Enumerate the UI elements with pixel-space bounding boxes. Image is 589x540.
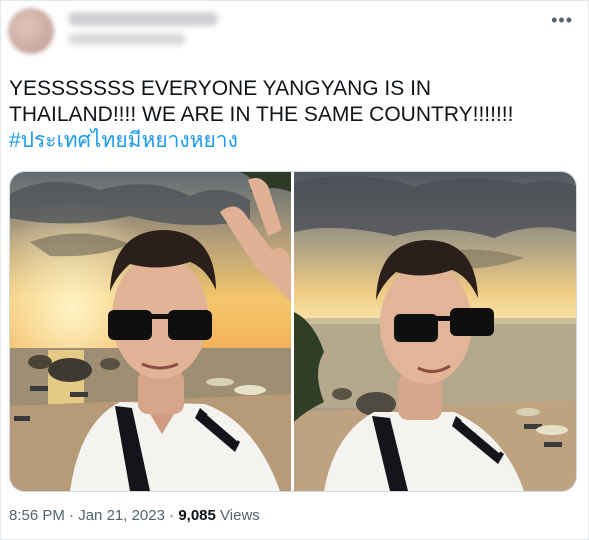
tweet-metadata: 8:56 PM · Jan 21, 2023 · 9,085 Views — [9, 507, 260, 524]
views-label: Views — [220, 507, 260, 524]
photo-right[interactable] — [294, 172, 576, 491]
avatar[interactable] — [8, 8, 54, 54]
author-name-blurred[interactable] — [68, 12, 218, 26]
views-count: 9,085 — [178, 507, 216, 524]
media-grid — [9, 171, 577, 492]
selfie-photo-right — [294, 172, 576, 491]
tweet-text-line-2: THAILAND!!!! WE ARE IN THE SAME COUNTRY!… — [9, 103, 514, 126]
hashtag-link[interactable]: #ประเทศไทยมีหยางหยาง — [9, 128, 579, 154]
meta-separator-2: · — [169, 507, 175, 524]
tweet-text: YESSSSSSS EVERYONE YANGYANG IS IN THAILA… — [9, 76, 579, 154]
selfie-photo-left — [10, 172, 291, 491]
tweet-time[interactable]: 8:56 PM — [9, 507, 65, 524]
more-horizontal-icon[interactable]: ••• — [551, 10, 573, 31]
photo-left[interactable] — [10, 172, 291, 491]
tweet-text-line-1: YESSSSSSS EVERYONE YANGYANG IS IN — [9, 77, 432, 100]
author-handle-blurred[interactable] — [68, 33, 186, 45]
meta-separator: · — [69, 507, 75, 524]
tweet-date[interactable]: Jan 21, 2023 — [78, 507, 165, 524]
